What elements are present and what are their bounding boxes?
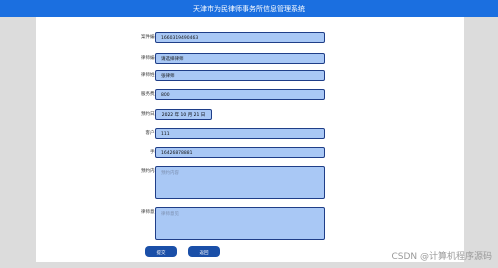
appointment-date-picker[interactable]: 2022 年 10 月 21 日: [155, 109, 212, 120]
field-label: 预约日期: [141, 112, 159, 117]
field-label: 手机: [79, 147, 159, 159]
case-no-input[interactable]: 1660319490463: [155, 32, 325, 43]
field-label: 预约内容: [141, 169, 159, 174]
watermark: CSDN @计算机程序源码: [391, 252, 492, 262]
lawyer-advice-textarea[interactable]: 律师意见: [155, 207, 325, 240]
lawyer-no-select[interactable]: 请选择律师: [155, 53, 325, 64]
field-label: 服务费用: [141, 92, 159, 97]
appointment-content-textarea[interactable]: 预约内容: [155, 166, 325, 199]
field-label: 客户名: [145, 131, 160, 136]
fee-input[interactable]: 800: [155, 89, 325, 100]
client-name-input[interactable]: 111: [155, 128, 325, 139]
field-label: 律师姓名: [141, 73, 159, 78]
form-card: 案件编号 1660319490463 律师编号 请选择律师 律师姓名 张律师 服…: [36, 17, 464, 262]
field-label: 律师编号: [141, 56, 159, 61]
field-label: 律师意见: [141, 210, 159, 215]
lawyer-name-input[interactable]: 张律师: [155, 70, 325, 81]
app-header: 天津市为民律师事务所信息管理系统: [0, 0, 498, 17]
page-title: 天津市为民律师事务所信息管理系统: [193, 4, 305, 13]
field-label: 案件编号: [141, 35, 159, 40]
phone-input[interactable]: 16426878881: [155, 147, 325, 158]
submit-button[interactable]: 提交: [145, 246, 177, 257]
cancel-button[interactable]: 返回: [188, 246, 220, 257]
